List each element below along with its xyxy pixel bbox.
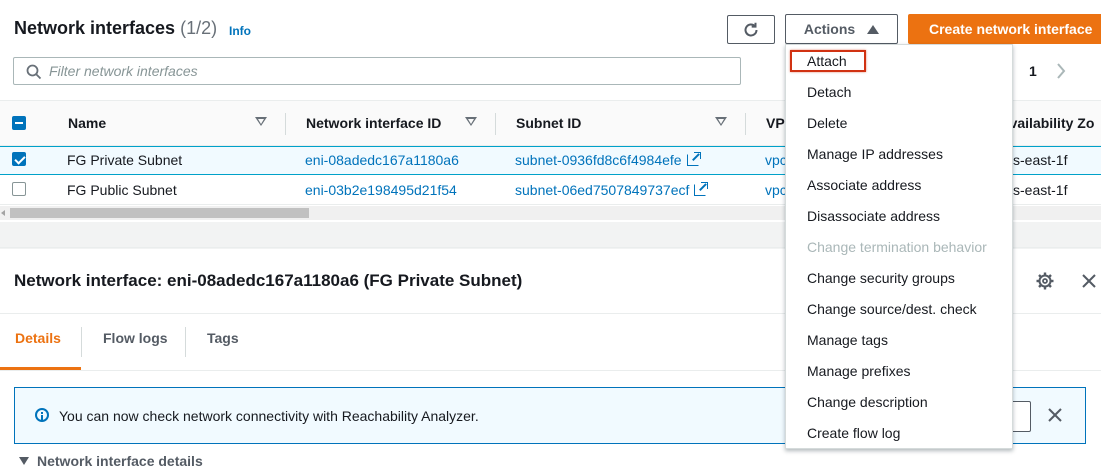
search-icon — [26, 64, 42, 80]
gear-icon[interactable] — [1036, 272, 1054, 290]
filter-box — [13, 57, 741, 85]
menu-item-change-termination: Change termination behavior — [807, 239, 987, 255]
column-header-subnet[interactable]: Subnet ID — [516, 100, 581, 146]
next-page-icon[interactable] — [1056, 62, 1066, 85]
details-title: Network interface: eni-08adedc167a1180a6… — [14, 271, 523, 290]
row-eni-link[interactable]: eni-08adedc167a1180a6 — [305, 146, 459, 175]
menu-item-change-source-dest[interactable]: Change source/dest. check — [807, 299, 977, 319]
column-divider[interactable] — [745, 113, 746, 135]
section-label: Network interface details — [37, 453, 203, 469]
row-subnet-text: subnet-06ed7507849737ecf — [515, 182, 690, 198]
row-subnet-link[interactable]: subnet-06ed7507849737ecf — [515, 176, 709, 205]
row-vpc-link[interactable]: vpc — [765, 176, 787, 205]
row-name: FG Private Subnet — [67, 152, 183, 168]
row-vpc-link[interactable]: vpc — [765, 146, 787, 175]
row-az: s-east-1f — [1013, 152, 1068, 168]
row-az: s-east-1f — [1013, 182, 1068, 198]
info-icon — [35, 408, 49, 422]
page-number[interactable]: 1 — [1029, 63, 1037, 79]
page-title-text: Network interfaces — [14, 18, 176, 38]
select-all-checkbox[interactable] — [12, 116, 26, 130]
refresh-button[interactable] — [727, 15, 775, 44]
tab-details[interactable]: Details — [15, 330, 61, 346]
tab-tags[interactable]: Tags — [207, 330, 239, 346]
column-divider[interactable] — [495, 113, 496, 135]
menu-item-associate-address[interactable]: Associate address — [807, 175, 921, 195]
create-network-interface-button[interactable]: Create network interface — [908, 14, 1101, 44]
menu-item-change-security-groups[interactable]: Change security groups — [807, 268, 955, 288]
actions-button[interactable]: Actions — [785, 14, 898, 44]
external-link-icon — [694, 182, 709, 196]
menu-item-delete[interactable]: Delete — [807, 113, 847, 133]
menu-item-disassociate-address[interactable]: Disassociate address — [807, 206, 940, 226]
scroll-left-icon[interactable] — [1, 210, 5, 216]
sort-icon[interactable] — [255, 117, 267, 126]
page-title: Network interfaces (1/2) — [14, 18, 217, 39]
row-name: FG Public Subnet — [67, 182, 177, 198]
menu-item-manage-ip[interactable]: Manage IP addresses — [807, 144, 943, 164]
external-link-icon — [686, 152, 701, 166]
attach-highlight — [790, 50, 866, 72]
tab-divider — [185, 327, 186, 357]
row-subnet-text: subnet-0936fd8c6f4984efe — [515, 152, 682, 168]
filter-input[interactable] — [49, 61, 729, 81]
section-expander[interactable]: Network interface details — [19, 453, 203, 469]
row-eni-link[interactable]: eni-03b2e198495d21f54 — [305, 176, 457, 205]
sort-icon[interactable] — [715, 117, 727, 126]
row-checkbox[interactable] — [12, 182, 26, 196]
menu-item-change-description[interactable]: Change description — [807, 392, 928, 412]
tab-flow-logs[interactable]: Flow logs — [103, 330, 168, 346]
info-link[interactable]: Info — [229, 24, 251, 38]
column-header-az[interactable]: Availability Zo — [1000, 100, 1101, 146]
tab-divider — [81, 327, 82, 357]
menu-item-create-flow-log[interactable]: Create flow log — [807, 423, 900, 443]
row-subnet-link[interactable]: subnet-0936fd8c6f4984efe — [515, 146, 701, 175]
menu-item-manage-tags[interactable]: Manage tags — [807, 330, 888, 350]
caret-down-icon — [19, 457, 29, 465]
caret-up-icon — [867, 24, 880, 34]
actions-menu: Attach Detach Delete Manage IP addresses… — [785, 44, 1013, 449]
alert-message: You can now check network connectivity w… — [59, 408, 479, 424]
column-header-eni[interactable]: Network interface ID — [306, 100, 441, 146]
menu-item-manage-prefixes[interactable]: Manage prefixes — [807, 361, 911, 381]
actions-label: Actions — [803, 21, 856, 37]
close-icon[interactable] — [1080, 272, 1098, 290]
sort-icon[interactable] — [465, 117, 477, 126]
row-checkbox[interactable] — [12, 152, 26, 166]
column-header-name[interactable]: Name — [68, 100, 106, 146]
menu-item-detach[interactable]: Detach — [807, 82, 851, 102]
scrollbar-thumb[interactable] — [10, 208, 309, 218]
selection-count: (1/2) — [180, 18, 218, 38]
close-icon[interactable] — [1047, 407, 1063, 423]
column-divider[interactable] — [285, 113, 286, 135]
refresh-icon — [744, 22, 758, 36]
